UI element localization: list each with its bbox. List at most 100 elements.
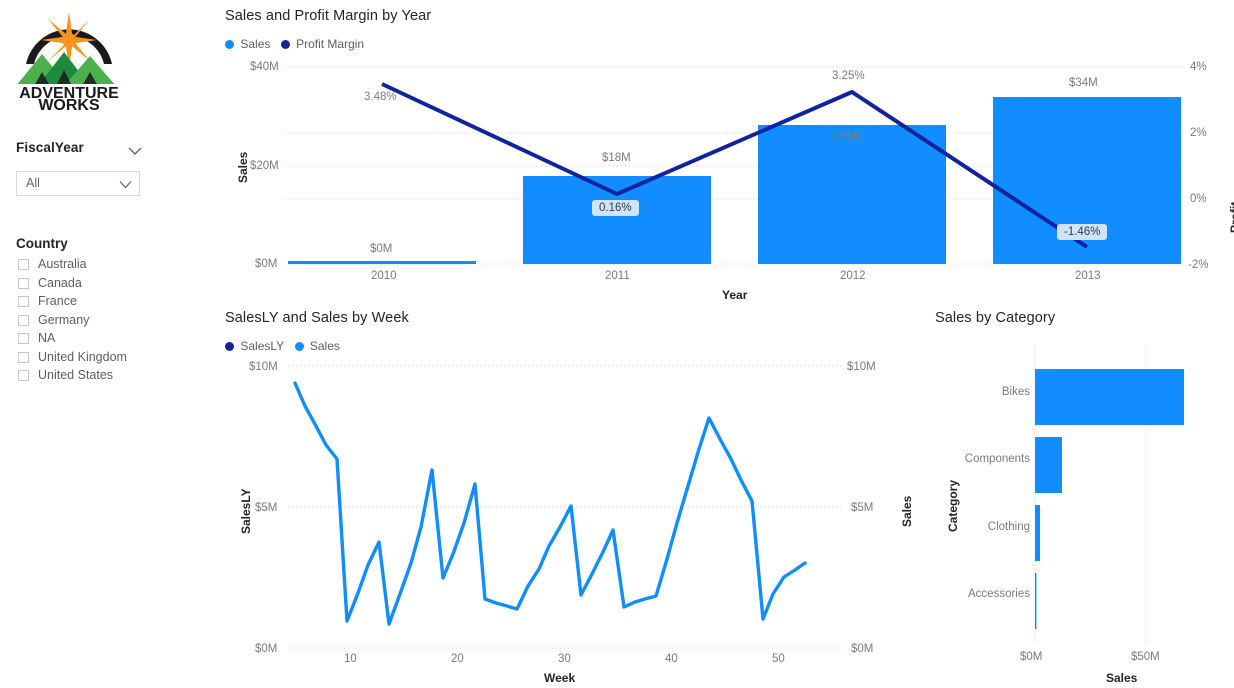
bar-label-2012: $28M (834, 131, 863, 143)
x-tick: $0M (1020, 651, 1043, 663)
sidebar: ADVENTURE WORKS FiscalYear All Country A… (0, 0, 215, 688)
bar-clothing[interactable] (1035, 505, 1040, 561)
report-canvas: ADVENTURE WORKS FiscalYear All Country A… (0, 0, 1234, 688)
country-checkbox-list: Australia Canada France Germany NA Unite… (16, 256, 206, 386)
bar-components[interactable] (1035, 437, 1062, 493)
legend-item-profit-margin[interactable]: Profit Margin (280, 37, 365, 51)
legend-item-sales[interactable]: Sales (294, 339, 340, 353)
chart-plot-area (285, 66, 1185, 265)
y-tick: $20M (250, 160, 279, 172)
fiscalyear-selected-value: All (26, 176, 40, 190)
x-tick: 30 (558, 653, 571, 665)
adventure-works-logo: ADVENTURE WORKS (8, 2, 130, 114)
chevron-down-icon[interactable] (128, 146, 142, 156)
category-tick: Accessories (968, 588, 1030, 600)
x-tick: 2011 (605, 270, 630, 282)
country-item-united-kingdom[interactable]: United Kingdom (16, 349, 206, 368)
x-axis-title: Sales (1106, 671, 1138, 685)
bar-label-2011: $18M (602, 152, 631, 164)
y2-tick: 0% (1190, 193, 1207, 205)
checkbox-icon[interactable] (18, 333, 29, 344)
category-tick: Bikes (1001, 386, 1030, 398)
checkbox-icon[interactable] (18, 370, 29, 381)
y2-tick: $10M (847, 361, 876, 373)
y-tick: $10M (249, 361, 278, 373)
checkbox-icon[interactable] (18, 296, 29, 307)
sales-line[interactable] (293, 381, 807, 626)
y2-axis-title: Profit Margin (1228, 201, 1234, 233)
chart-title: Sales by Category (935, 310, 1056, 326)
x-tick: 2010 (371, 270, 397, 282)
legend-label: Sales (309, 339, 340, 353)
bar-accessories[interactable] (1035, 573, 1037, 629)
x-tick: $50M (1131, 651, 1160, 663)
country-item-germany[interactable]: Germany (16, 312, 206, 331)
bar-label-2013: $34M (1069, 77, 1098, 89)
y2-axis-title: Sales (900, 495, 914, 527)
y-tick: $0M (255, 258, 278, 270)
x-tick: 20 (451, 653, 464, 665)
legend-item-salesly[interactable]: SalesLY (225, 339, 284, 353)
legend-label: Sales (240, 37, 271, 51)
legend-swatch-icon (225, 342, 234, 351)
y2-tick: -2% (1188, 259, 1209, 271)
country-item-label: Australia (38, 257, 87, 271)
x-tick: 2013 (1075, 270, 1101, 282)
country-item-label: United States (38, 368, 114, 382)
y-axis-title: Category (946, 479, 960, 532)
category-tick: Components (964, 453, 1030, 465)
bar-2012[interactable] (758, 125, 946, 264)
fiscalyear-slicer-dropdown[interactable]: All (16, 171, 140, 196)
country-item-france[interactable]: France (16, 293, 206, 312)
bar-label-2010: $0M (370, 243, 393, 255)
checkbox-icon[interactable] (18, 259, 29, 270)
checkbox-icon[interactable] (18, 351, 29, 363)
y-tick: $5M (255, 502, 278, 514)
x-axis-title: Week (544, 671, 576, 685)
legend-label: SalesLY (240, 339, 285, 353)
chart-legend: Sales Profit Margin (225, 37, 371, 51)
legend-item-sales[interactable]: Sales (225, 37, 270, 51)
line-label-2012: 3.25% (832, 70, 865, 82)
country-item-australia[interactable]: Australia (16, 256, 206, 275)
line-label-2010: 3.48% (364, 91, 397, 103)
country-item-label: Germany (38, 312, 90, 327)
chart-plot-area (288, 365, 842, 649)
line-label-2011: 0.16% (592, 200, 639, 216)
bar-2011[interactable] (523, 176, 711, 264)
country-item-label: France (38, 294, 77, 308)
chart-plot-area (1034, 345, 1184, 645)
category-tick: Clothing (987, 521, 1030, 533)
y-tick: $0M (255, 643, 278, 655)
fiscalyear-slicer-label: FiscalYear (16, 140, 84, 155)
legend-swatch-icon (225, 40, 234, 49)
legend-label: Profit Margin (296, 37, 365, 51)
x-tick: 2012 (840, 270, 866, 282)
legend-swatch-icon (280, 40, 290, 49)
country-item-label: NA (38, 331, 56, 345)
y-axis-title: Sales (236, 151, 250, 183)
legend-swatch-icon (294, 342, 304, 351)
bar-2010[interactable] (288, 261, 476, 264)
bar-bikes[interactable] (1035, 369, 1184, 425)
country-item-united-states[interactable]: United States (16, 367, 206, 386)
logo-text-line2: WORKS (38, 97, 100, 114)
y2-tick: $0M (851, 643, 874, 655)
x-tick: 10 (344, 653, 357, 665)
chevron-down-icon (119, 181, 132, 189)
country-item-canada[interactable]: Canada (16, 275, 206, 294)
x-axis-title: Year (722, 288, 748, 302)
country-item-label: United Kingdom (38, 349, 127, 364)
y-axis-title: SalesLY (239, 488, 253, 534)
x-tick: 50 (772, 653, 785, 665)
y2-tick: 4% (1190, 61, 1207, 73)
country-slicer-label: Country (16, 236, 68, 251)
checkbox-icon[interactable] (18, 314, 29, 326)
chart-title: SalesLY and Sales by Week (225, 310, 409, 326)
country-item-na[interactable]: NA (16, 330, 206, 349)
checkbox-icon[interactable] (18, 277, 29, 289)
line-label-2013: -1.46% (1057, 224, 1108, 240)
chart-title: Sales and Profit Margin by Year (225, 8, 432, 24)
country-item-label: Canada (38, 275, 82, 290)
x-tick: 40 (665, 653, 678, 665)
